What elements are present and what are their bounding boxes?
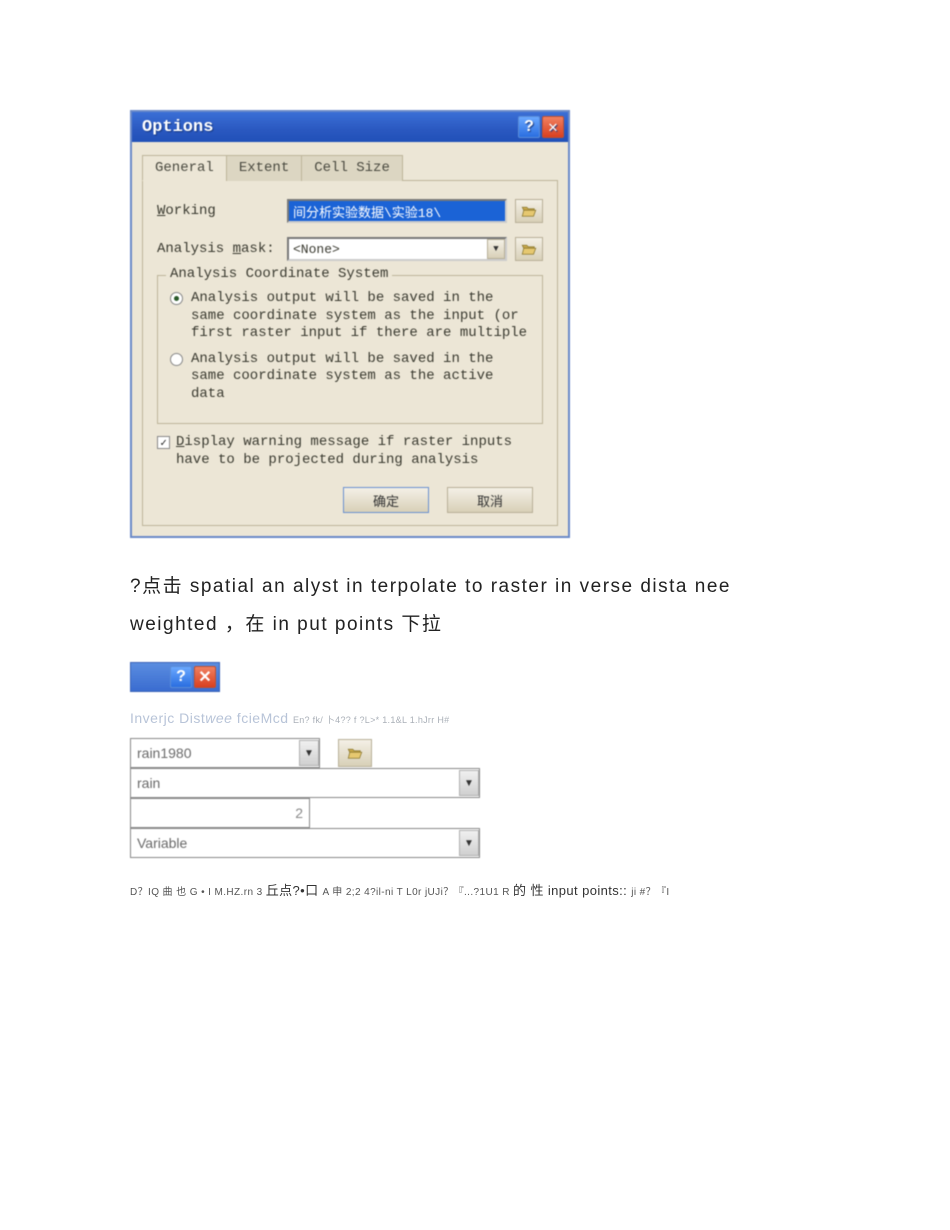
chevron-down-icon: ▼ (299, 740, 319, 766)
mask-browse-button[interactable] (515, 237, 543, 261)
warning-checkbox[interactable]: ✓ (157, 436, 170, 449)
coord-system-group: Analysis Coordinate System Analysis outp… (157, 275, 543, 424)
working-input[interactable]: 间分析实验数据\实验18\ (287, 199, 507, 223)
power-input[interactable]: 2 (130, 798, 310, 828)
coord-radio-active-label: Analysis output will be saved in the sam… (191, 351, 530, 404)
mask-label: Analysis mask: (157, 241, 287, 257)
dialog-title: Options (142, 118, 516, 137)
folder-open-icon (521, 243, 537, 255)
folder-open-icon (347, 747, 363, 759)
instruction-text: ?点击 spatial an alyst in terpolate to ras… (130, 568, 820, 644)
chevron-down-icon: ▼ (459, 830, 479, 856)
input-points-select[interactable]: rain1980 ▼ (130, 738, 320, 768)
options-dialog: Options ? ✕ General Extent Cell Size Wor… (130, 110, 570, 538)
search-radius-select[interactable]: Variable ▼ (130, 828, 480, 858)
warning-label: Display warning message if raster inputs… (176, 434, 543, 469)
close-button[interactable]: ✕ (542, 116, 564, 138)
working-label: Working (157, 203, 287, 219)
idw-form: rain1980 ▼ rain ▼ 2 Variable ▼ (130, 738, 480, 858)
cancel-button[interactable]: 取消 (447, 487, 533, 513)
coord-group-label: Analysis Coordinate System (166, 266, 392, 282)
help-button[interactable]: ? (170, 666, 192, 688)
titlebar[interactable]: Options ? ✕ (132, 112, 568, 142)
tab-panel-general: Working 间分析实验数据\实验18\ Analysis mask: <No… (142, 181, 558, 526)
tabs: General Extent Cell Size (142, 154, 558, 181)
working-browse-button[interactable] (515, 199, 543, 223)
coord-radio-input[interactable] (170, 292, 183, 305)
ok-button[interactable]: 确定 (343, 487, 429, 513)
help-button[interactable]: ? (518, 116, 540, 138)
tab-cell-size[interactable]: Cell Size (301, 155, 403, 181)
z-field-select[interactable]: rain ▼ (130, 768, 480, 798)
coord-radio-active[interactable] (170, 353, 183, 366)
input-points-browse-button[interactable] (338, 739, 372, 767)
mini-titlebar: ? ✕ (130, 662, 220, 692)
tab-extent[interactable]: Extent (226, 155, 302, 181)
tab-general[interactable]: General (142, 155, 227, 181)
coord-radio-input-label: Analysis output will be saved in the sam… (191, 290, 530, 343)
footnote-text: D？IQ 曲 也 G • I M.HZ.rn 3 丘点?•口 A 申 2;2 4… (130, 880, 820, 899)
chevron-down-icon: ▼ (487, 239, 505, 259)
mask-select[interactable]: <None> ▼ (287, 237, 507, 261)
folder-open-icon (521, 205, 537, 217)
idw-heading: Inverjc Distwee fcieMcd En? fk/ 卜4?? f ?… (130, 710, 820, 726)
chevron-down-icon: ▼ (459, 770, 479, 796)
close-button[interactable]: ✕ (194, 666, 216, 688)
